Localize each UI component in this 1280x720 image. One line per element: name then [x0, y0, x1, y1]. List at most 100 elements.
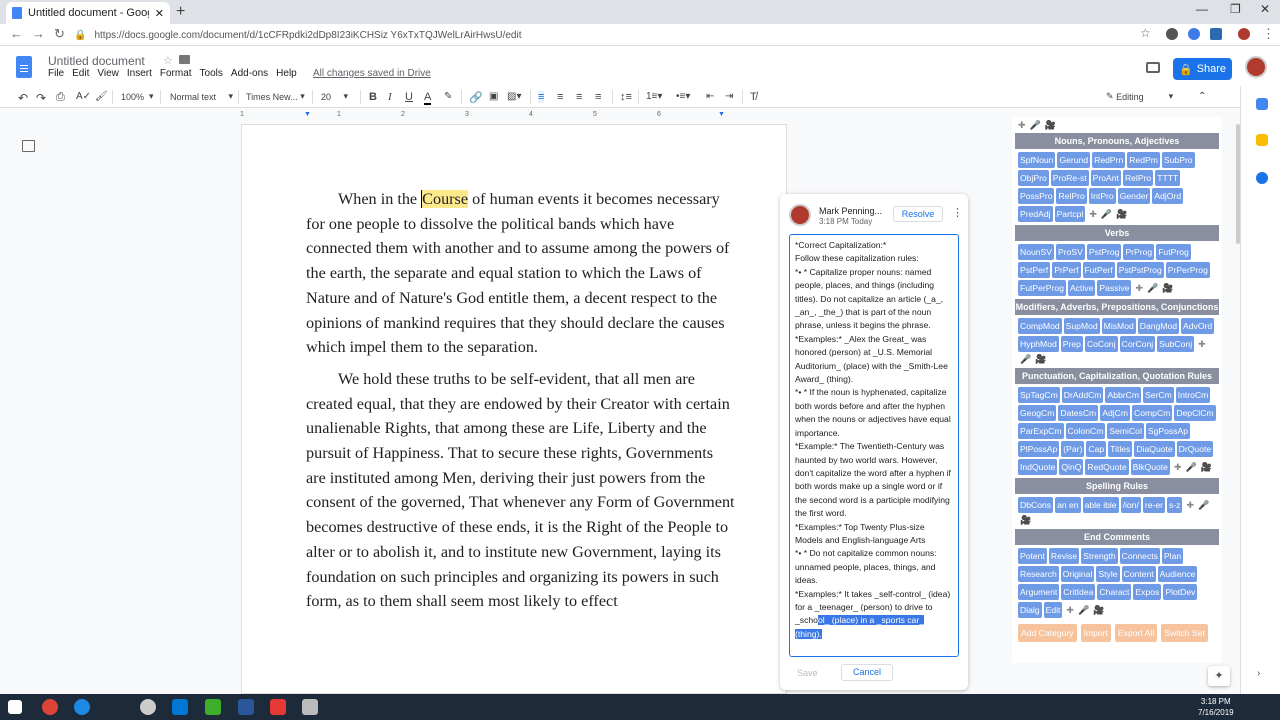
collapse-chevron-icon[interactable]: ⌃ [1198, 91, 1206, 102]
font-size-select[interactable]: 20 ▾ [321, 91, 348, 102]
add-icon[interactable]: ✚ [1174, 462, 1182, 473]
maximize-icon[interactable]: ❐ [1230, 2, 1241, 16]
comment-bank-button[interactable]: SpfNoun [1018, 152, 1056, 168]
add-icon[interactable]: ✚ [1135, 283, 1143, 294]
comment-bank-button[interactable]: Strength [1081, 548, 1118, 564]
keep-icon[interactable] [1256, 134, 1268, 146]
comment-bank-button[interactable]: SemiCol [1107, 423, 1144, 439]
comment-bank-button[interactable]: GeogCm [1018, 405, 1057, 421]
comment-bank-button[interactable]: IndQuote [1018, 459, 1058, 475]
align-left-icon[interactable]: ≡ [538, 91, 545, 103]
profile-avatar[interactable] [1238, 28, 1250, 40]
line-spacing-icon[interactable]: ↕≡ [620, 91, 632, 103]
panel-footer-button[interactable]: Switch Set [1161, 624, 1208, 642]
comments-icon[interactable] [1146, 62, 1160, 73]
docs-logo-icon[interactable] [16, 56, 32, 78]
comment-bank-button[interactable]: an en [1055, 497, 1081, 513]
menu-edit[interactable]: Edit [72, 68, 89, 79]
microphone-icon[interactable]: 🎤 [1020, 354, 1031, 365]
extension-icon[interactable] [1188, 28, 1200, 40]
add-icon[interactable]: ✚ [1186, 500, 1194, 511]
comment-bank-button[interactable]: ParExpCm [1018, 423, 1064, 439]
comment-bank-button[interactable]: ObjPro [1018, 170, 1049, 186]
comment-bank-button[interactable]: ProSV [1056, 244, 1085, 260]
highlight-icon[interactable]: ✎ [444, 91, 452, 102]
print-icon[interactable]: ⎙ [56, 91, 65, 104]
cancel-comment-button[interactable]: Cancel [841, 664, 893, 681]
comment-bank-button[interactable]: Passive [1097, 280, 1132, 296]
comment-bank-button[interactable]: AbbrCm [1105, 387, 1141, 403]
menu-addons[interactable]: Add-ons [231, 68, 268, 79]
comment-bank-button[interactable]: Audience [1157, 566, 1198, 582]
comment-bank-button[interactable]: Expos [1133, 584, 1162, 600]
bulleted-list-icon[interactable]: •≡▾ [676, 91, 690, 102]
comment-bank-button[interactable]: Titles [1108, 441, 1133, 457]
comment-bank-button[interactable]: Dialg [1018, 602, 1042, 618]
right-indent-marker[interactable]: ▼ [718, 111, 725, 118]
comment-bank-button[interactable]: RedQuote [1085, 459, 1129, 475]
comment-bank-button[interactable]: Plan [1161, 548, 1184, 564]
comment-bank-button[interactable]: IntPro [1088, 188, 1116, 204]
comment-bank-button[interactable]: ProAnt [1090, 170, 1121, 186]
folder-icon[interactable] [179, 55, 190, 64]
comment-bank-button[interactable]: Potent [1018, 548, 1047, 564]
comment-bank-button[interactable]: Original [1060, 566, 1095, 582]
camera-icon[interactable]: 🎥 [1093, 605, 1104, 616]
word-taskbar-icon[interactable] [238, 699, 254, 715]
comment-bank-button[interactable]: Edit [1043, 602, 1063, 618]
comment-bank-button[interactable]: Connects [1119, 548, 1160, 564]
spellcheck-icon[interactable]: A✓ [76, 91, 91, 102]
forward-icon[interactable]: → [32, 26, 45, 41]
comment-bank-button[interactable]: AdjOrd [1152, 188, 1184, 204]
panel-section-header[interactable]: Modifiers, Adverbs, Prepositions, Conjun… [1015, 299, 1219, 315]
menu-format[interactable]: Format [160, 68, 192, 79]
decrease-indent-icon[interactable]: ⇤ [706, 91, 714, 102]
bookmark-star-icon[interactable]: ☆ [1140, 26, 1151, 40]
add-icon[interactable]: ✚ [1089, 209, 1097, 220]
save-status[interactable]: All changes saved in Drive [313, 68, 431, 79]
add-icon[interactable]: ✚ [1066, 605, 1074, 616]
panel-section-header[interactable]: Nouns, Pronouns, Adjectives [1015, 133, 1219, 149]
comment-bank-button[interactable]: SpTagCm [1018, 387, 1060, 403]
outlook-taskbar-icon[interactable] [172, 699, 188, 715]
document-title[interactable]: Untitled document [48, 54, 145, 68]
comment-bank-button[interactable]: SubPro [1161, 152, 1195, 168]
redo-icon[interactable]: ↷ [36, 91, 46, 105]
comment-bank-button[interactable]: RedPrn [1092, 152, 1126, 168]
zoom-select[interactable]: 100% ▾ [121, 91, 154, 102]
resolve-button[interactable]: Resolve [893, 206, 943, 222]
increase-indent-icon[interactable]: ⇥ [725, 91, 733, 102]
comment-bank-button[interactable]: RelPro [1056, 188, 1087, 204]
comment-bank-button[interactable]: CompMod [1018, 318, 1062, 334]
account-avatar[interactable] [1245, 56, 1267, 78]
comment-bank-button[interactable]: AdvOrd [1181, 318, 1215, 334]
comment-bank-button[interactable]: re-er [1142, 497, 1165, 513]
comment-bank-button[interactable]: CompCm [1132, 405, 1173, 421]
app-taskbar-icon[interactable] [302, 699, 318, 715]
comment-bank-button[interactable]: DrQuote [1176, 441, 1214, 457]
edge-taskbar-icon[interactable] [74, 699, 90, 715]
comment-bank-button[interactable]: DbCons [1018, 497, 1054, 513]
style-select[interactable]: Normal text ▾ [170, 91, 233, 102]
explore-icon[interactable]: ✦ [1208, 666, 1230, 686]
new-tab-button[interactable]: + [176, 3, 185, 21]
comment-bank-button[interactable]: able ible [1082, 497, 1119, 513]
menu-help[interactable]: Help [276, 68, 297, 79]
camera-icon[interactable]: 🎥 [1116, 209, 1127, 220]
insert-image-icon[interactable]: ▨▾ [507, 91, 521, 102]
comment-bank-button[interactable]: CorConj [1119, 336, 1156, 352]
camera-icon[interactable]: 🎥 [1035, 354, 1046, 365]
comment-bank-button[interactable]: PstPerf [1018, 262, 1051, 278]
comment-bank-button[interactable]: SerCm [1143, 387, 1174, 403]
clear-formatting-icon[interactable]: T̸ [750, 91, 757, 103]
comment-bank-button[interactable]: PrPerProg [1165, 262, 1210, 278]
comment-bank-button[interactable]: CritIdea [1061, 584, 1096, 600]
comment-bank-button[interactable]: ColonCm [1065, 423, 1106, 439]
comment-bank-button[interactable]: PrProg [1123, 244, 1155, 260]
justify-icon[interactable]: ≡ [595, 91, 601, 103]
comment-bank-button[interactable]: BlkQuote [1130, 459, 1170, 475]
microphone-icon[interactable]: 🎤 [1198, 500, 1209, 511]
align-right-icon[interactable]: ≡ [576, 91, 582, 103]
comment-bank-button[interactable]: MisMod [1101, 318, 1136, 334]
comment-bank-button[interactable]: Active [1067, 280, 1096, 296]
